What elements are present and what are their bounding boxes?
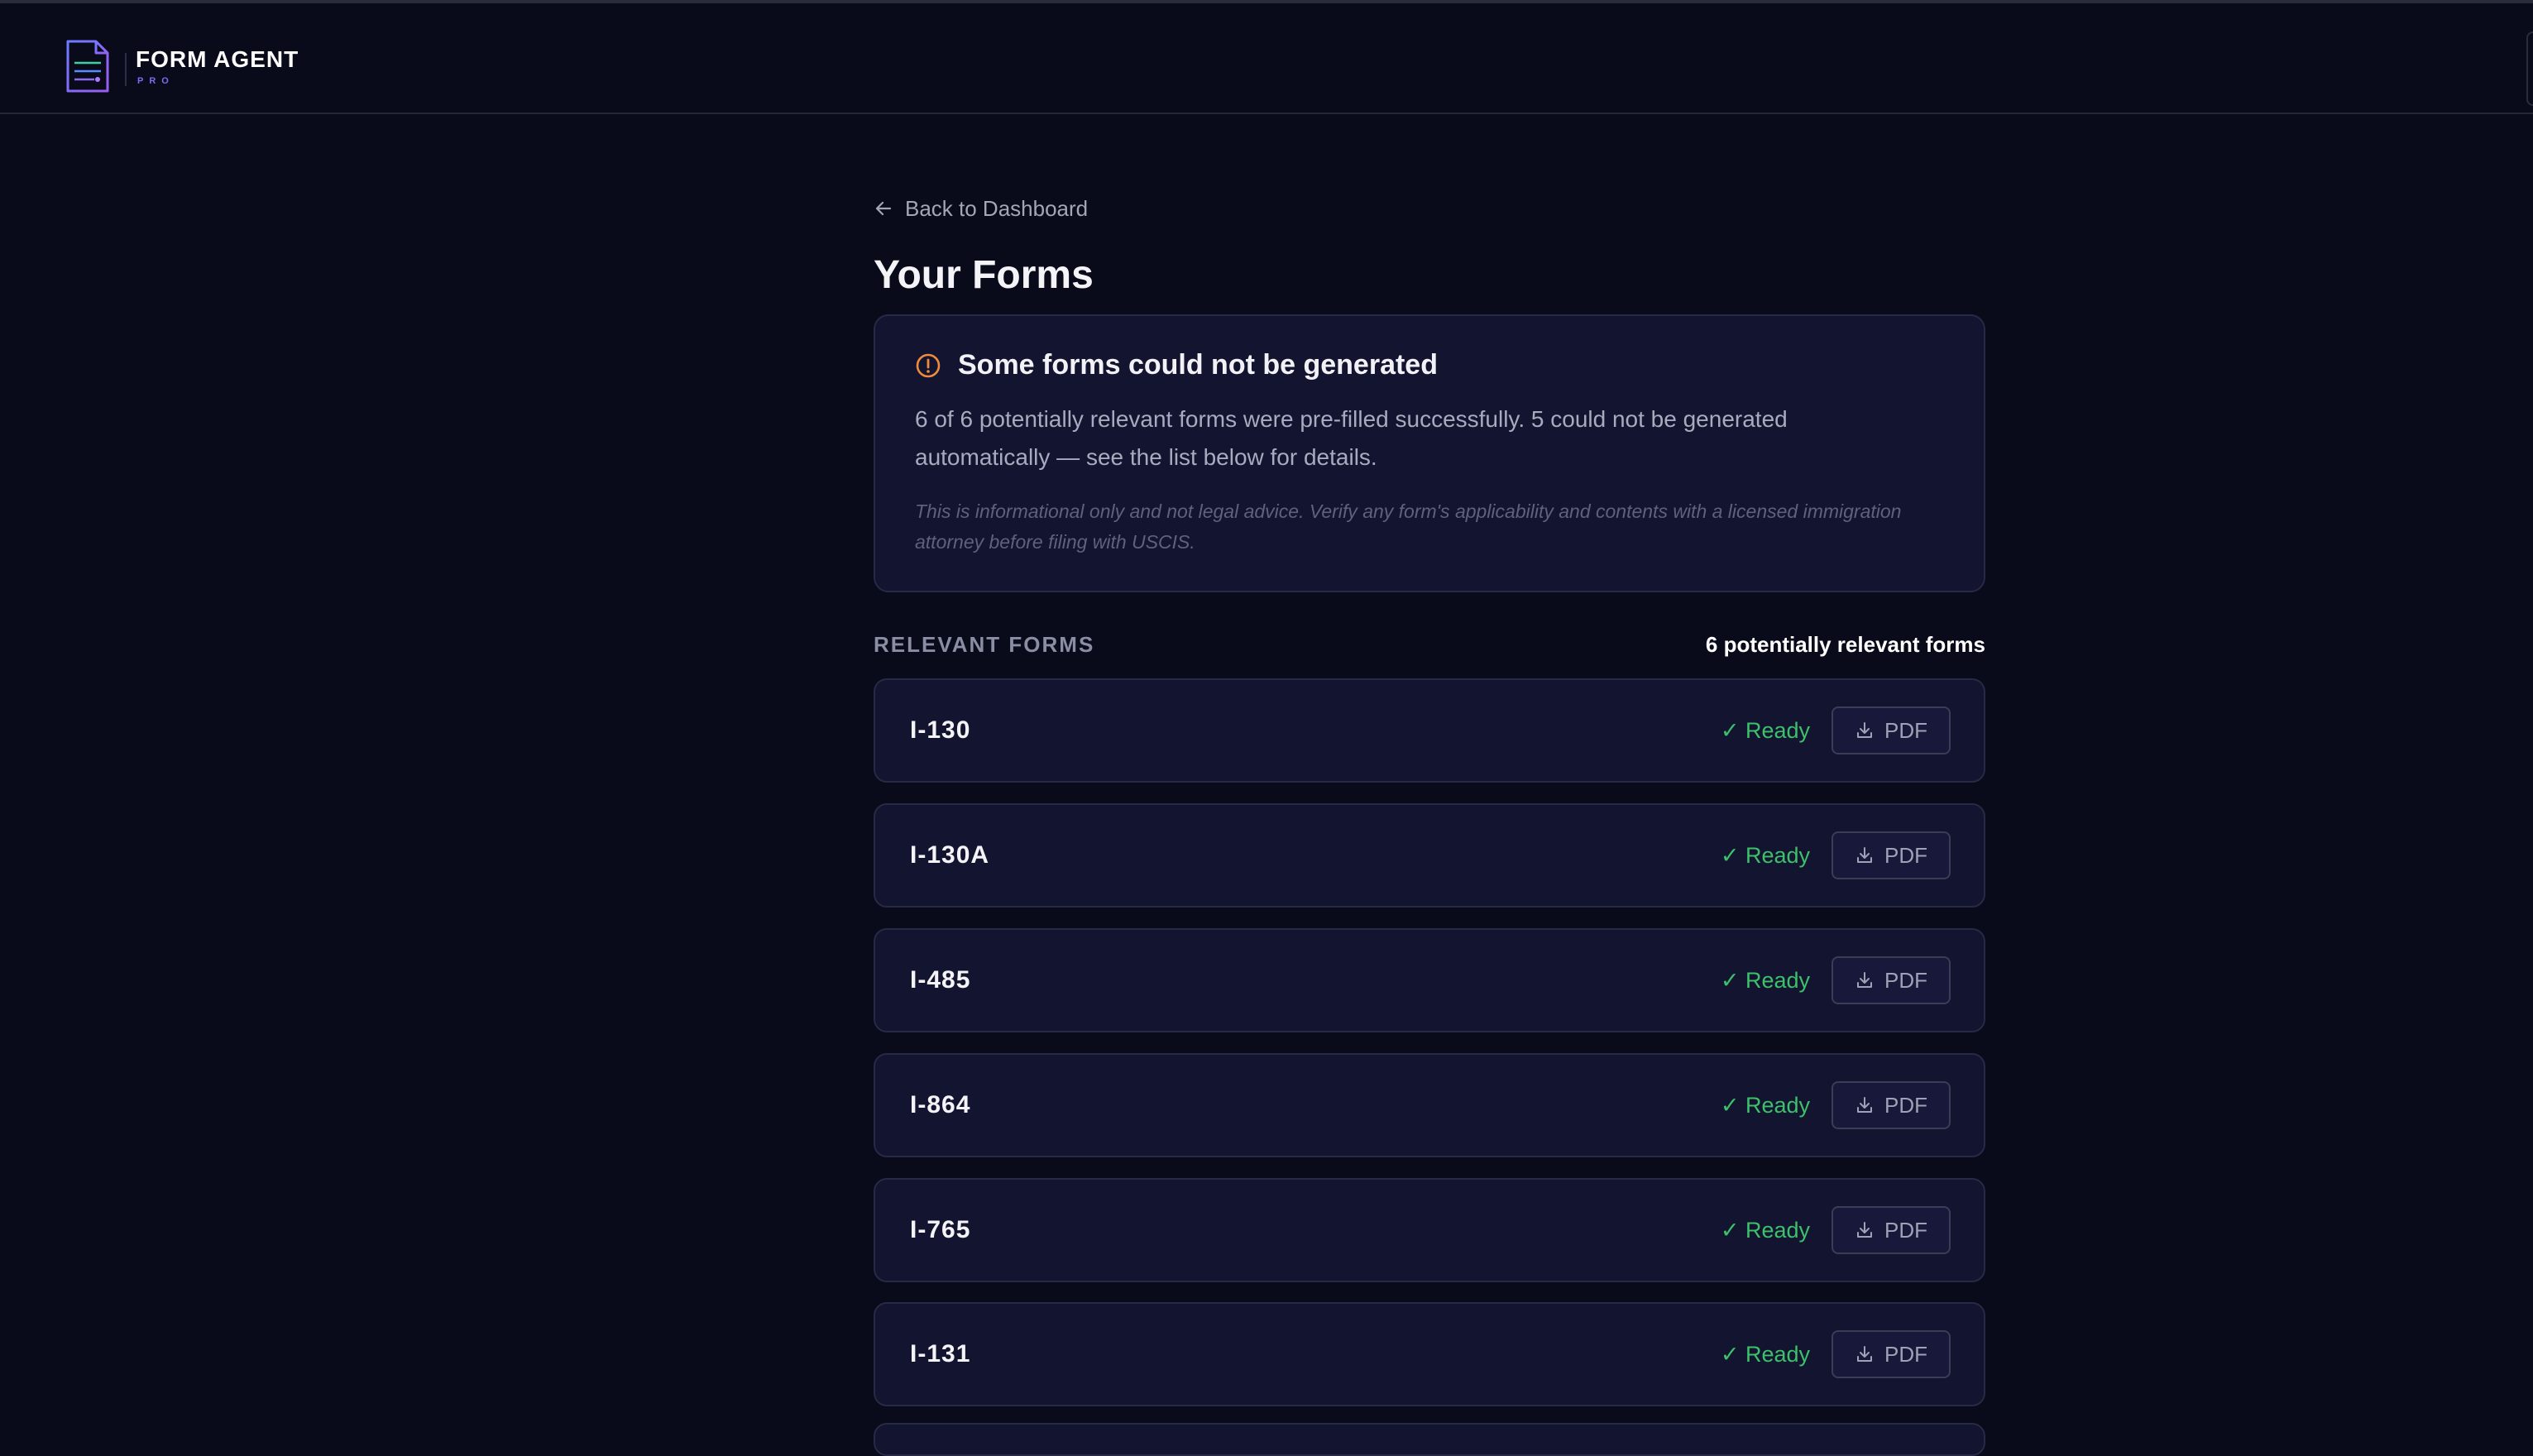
form-row: I-131 ✓ Ready PDF bbox=[874, 1302, 1985, 1406]
pdf-button-label: PDF bbox=[1884, 1092, 1927, 1118]
form-name: I-131 bbox=[910, 1340, 971, 1367]
status-badge: ✓ Ready bbox=[1720, 1218, 1810, 1243]
download-icon bbox=[1857, 722, 1872, 738]
form-name: I-130 bbox=[910, 716, 971, 744]
status-badge: ✓ Ready bbox=[1720, 1342, 1810, 1367]
form-name: I-130A bbox=[910, 841, 990, 869]
app-header: FORM AGENT PRO bbox=[0, 3, 2533, 114]
status-badge: ✓ Ready bbox=[1720, 1093, 1810, 1118]
pdf-button-label: PDF bbox=[1884, 1341, 1927, 1367]
arrow-left-icon bbox=[875, 201, 892, 216]
download-pdf-button[interactable]: PDF bbox=[1832, 1206, 1951, 1254]
page-title: Your Forms bbox=[874, 253, 1094, 297]
brand-name[interactable]: FORM AGENT bbox=[136, 46, 299, 73]
download-pdf-button[interactable]: PDF bbox=[1832, 706, 1951, 754]
download-pdf-button[interactable]: PDF bbox=[1832, 831, 1951, 879]
download-pdf-button[interactable]: PDF bbox=[1832, 956, 1951, 1004]
download-icon bbox=[1857, 847, 1872, 863]
form-name: I-864 bbox=[910, 1091, 971, 1118]
download-pdf-button[interactable]: PDF bbox=[1832, 1081, 1951, 1129]
form-row: I-485 ✓ Ready PDF bbox=[874, 928, 1985, 1032]
download-icon bbox=[1857, 972, 1872, 988]
download-icon bbox=[1857, 1222, 1872, 1238]
download-icon bbox=[1857, 1346, 1872, 1362]
brand-tier: PRO bbox=[137, 76, 175, 86]
pdf-button-label: PDF bbox=[1884, 1217, 1927, 1243]
warning-circle-icon bbox=[916, 353, 941, 378]
pdf-button-label: PDF bbox=[1884, 967, 1927, 993]
pdf-button-label: PDF bbox=[1884, 842, 1927, 868]
form-row: I-864 ✓ Ready PDF bbox=[874, 1053, 1985, 1157]
download-pdf-button[interactable]: PDF bbox=[1832, 1330, 1951, 1378]
pdf-button-label: PDF bbox=[1884, 717, 1927, 743]
back-to-dashboard-link[interactable]: Back to Dashboard bbox=[874, 193, 1088, 224]
forms-count: 6 potentially relevant forms bbox=[1705, 632, 1985, 657]
status-badge: ✓ Ready bbox=[1720, 968, 1810, 993]
form-row: I-130A ✓ Ready PDF bbox=[874, 803, 1985, 908]
header-edge-control bbox=[2526, 31, 2533, 106]
alert-title: Some forms could not be generated bbox=[958, 349, 1438, 381]
section-label: RELEVANT FORMS bbox=[874, 632, 1095, 657]
document-logo-icon[interactable] bbox=[65, 38, 111, 94]
generation-warning-alert: Some forms could not be generated 6 of 6… bbox=[874, 314, 1985, 592]
form-row: I-130 ✓ Ready PDF bbox=[874, 678, 1985, 783]
status-badge: ✓ Ready bbox=[1720, 718, 1810, 743]
logo-divider bbox=[125, 53, 127, 86]
form-name: I-485 bbox=[910, 966, 971, 994]
download-icon bbox=[1857, 1097, 1872, 1113]
alert-body: 6 of 6 potentially relevant forms were p… bbox=[915, 406, 1788, 470]
legal-disclaimer: This is informational only and not legal… bbox=[915, 500, 1902, 553]
back-link-label: Back to Dashboard bbox=[905, 195, 1089, 221]
form-row: I-765 ✓ Ready PDF bbox=[874, 1178, 1985, 1282]
form-row-partial bbox=[874, 1423, 1985, 1456]
form-name: I-765 bbox=[910, 1216, 971, 1243]
status-badge: ✓ Ready bbox=[1720, 843, 1810, 868]
